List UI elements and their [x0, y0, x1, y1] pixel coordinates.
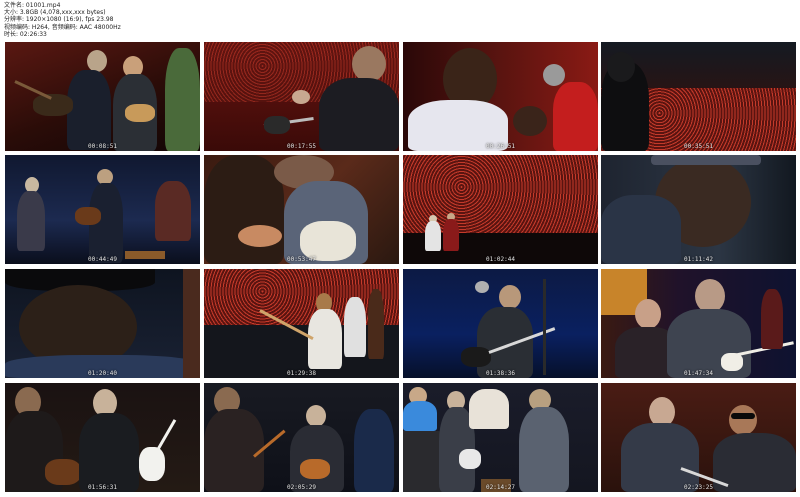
timestamp-label: 01:56:31	[88, 484, 117, 491]
thumbnail-image	[601, 383, 796, 492]
thumbnail-image	[204, 269, 399, 378]
timestamp-label: 00:26:51	[486, 143, 515, 150]
timestamp-label: 00:08:51	[88, 143, 117, 150]
thumbnail-image	[5, 155, 200, 264]
video-thumbnail[interactable]: 02:14:27	[403, 383, 598, 492]
thumbnail-image	[5, 42, 200, 151]
video-thumbnail[interactable]: 02:23:25	[601, 383, 796, 492]
timestamp-label: 01:29:38	[287, 370, 316, 377]
thumbnail-image	[204, 383, 399, 492]
thumbnail-image	[5, 269, 200, 378]
thumbnail-image	[403, 42, 598, 151]
thumbnail-image	[601, 42, 796, 151]
video-thumbnail[interactable]: 01:38:36	[403, 269, 598, 378]
timestamp-label: 02:05:29	[287, 484, 316, 491]
thumbnail-image	[204, 155, 399, 264]
thumbnail-image	[601, 155, 796, 264]
video-thumbnail[interactable]: 00:44:49	[5, 155, 200, 264]
timestamp-label: 02:14:27	[486, 484, 515, 491]
timestamp-label: 01:02:44	[486, 256, 515, 263]
thumbnail-image	[601, 269, 796, 378]
timestamp-label: 01:11:42	[684, 256, 713, 263]
timestamp-label: 01:20:40	[88, 370, 117, 377]
thumbnail-image	[403, 269, 598, 378]
thumbnail-image	[403, 155, 598, 264]
video-thumbnail[interactable]: 01:56:31	[5, 383, 200, 492]
timestamp-label: 02:23:25	[684, 484, 713, 491]
thumbnail-image	[403, 383, 598, 492]
video-thumbnail[interactable]: 01:47:34	[601, 269, 796, 378]
video-thumbnail[interactable]: 00:53:47	[204, 155, 399, 264]
video-thumbnail[interactable]: 02:05:29	[204, 383, 399, 492]
video-thumbnail[interactable]: 01:11:42	[601, 155, 796, 264]
timestamp-label: 00:17:55	[287, 143, 316, 150]
video-thumbnail[interactable]: 01:20:40	[5, 269, 200, 378]
video-thumbnail[interactable]: 01:29:38	[204, 269, 399, 378]
thumbnail-grid: 00:08:51 00:17:55 00:26:51 00:35:51 00:4…	[0, 0, 800, 497]
video-thumbnail[interactable]: 00:17:55	[204, 42, 399, 151]
timestamp-label: 00:44:49	[88, 256, 117, 263]
video-thumbnail[interactable]: 00:08:51	[5, 42, 200, 151]
timestamp-label: 00:53:47	[287, 256, 316, 263]
timestamp-label: 01:47:34	[684, 370, 713, 377]
video-thumbnail[interactable]: 00:35:51	[601, 42, 796, 151]
thumbnail-image	[204, 42, 399, 151]
video-thumbnail[interactable]: 01:02:44	[403, 155, 598, 264]
timestamp-label: 00:35:51	[684, 143, 713, 150]
video-thumbnail[interactable]: 00:26:51	[403, 42, 598, 151]
thumbnail-image	[5, 383, 200, 492]
timestamp-label: 01:38:36	[486, 370, 515, 377]
